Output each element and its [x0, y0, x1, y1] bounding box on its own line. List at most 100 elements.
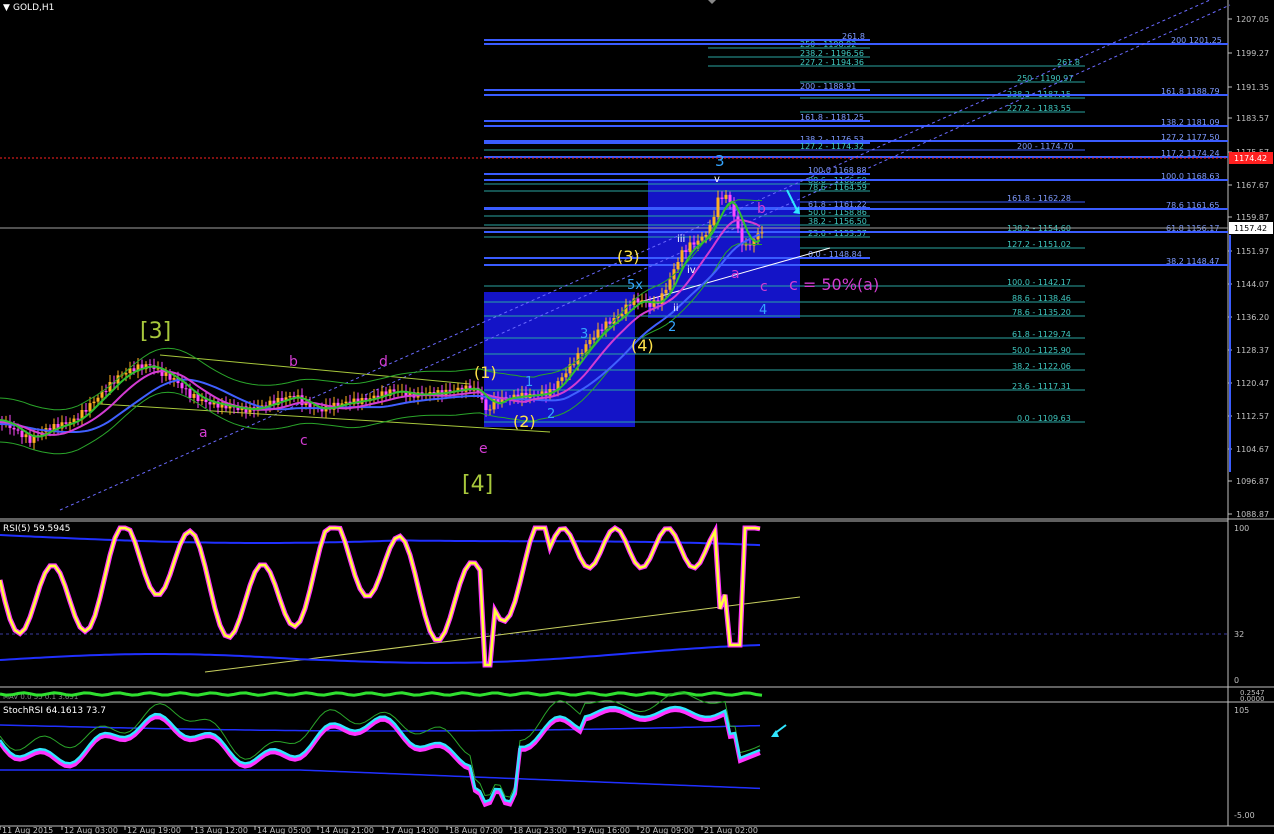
candle-body: [572, 364, 576, 366]
candle-body: [104, 391, 108, 393]
wave-label-paren-1: (1): [474, 363, 497, 382]
wave-label-e: e: [479, 441, 488, 457]
fib-level-label: 50.0 - 1125.90: [1012, 346, 1071, 355]
fib-level-label: 100.0 - 1142.17: [1007, 278, 1071, 287]
wave-label-big-4: [4]: [462, 472, 493, 497]
time-tick-label: 14 Aug 21:00: [320, 826, 374, 834]
candle-body: [84, 410, 88, 412]
wave-label-big-3: [3]: [140, 319, 171, 344]
candle-body: [592, 337, 596, 340]
wave-label-d: d: [379, 354, 388, 370]
candle-body: [16, 429, 20, 431]
candle-body: [96, 397, 100, 402]
wave-label-iii: iii: [677, 234, 685, 245]
candle-body: [344, 401, 348, 404]
candle-body: [664, 289, 668, 294]
candle-body: [484, 399, 488, 411]
chart-title: GOLD,H1: [13, 3, 54, 13]
wave-label-2b: 2: [668, 320, 676, 335]
candle-body: [92, 401, 96, 404]
fib-level-label: 200 - 1174.70: [1017, 142, 1073, 151]
candle-body: [676, 262, 680, 270]
price-tick-label: 1096.87: [1236, 477, 1269, 486]
candle-body: [392, 389, 396, 392]
fib-level-label: 100.0 1168.88: [808, 166, 867, 175]
wave-label-3-top: 3: [715, 152, 725, 170]
price-tick-label: 1151.97: [1236, 247, 1269, 256]
price-tick-label: 1183.57: [1236, 114, 1269, 123]
candle-body: [744, 244, 748, 246]
candle-body: [64, 422, 68, 424]
wave-label-2: 2: [547, 407, 555, 422]
candle-body: [184, 388, 188, 390]
candle-body: [288, 395, 292, 398]
price-tick-label: 1159.87: [1236, 213, 1269, 222]
wave-projection-label: c = 50%(a): [789, 275, 879, 294]
candle-body: [148, 364, 152, 366]
candle-body: [700, 236, 704, 241]
price-tick-label: 1120.47: [1236, 379, 1269, 388]
time-tick-label: 20 Aug 09:00: [640, 826, 694, 834]
candle-body: [704, 234, 708, 237]
candle-body: [180, 383, 184, 389]
candle-body: [488, 409, 492, 411]
candle-body: [760, 232, 764, 234]
candle-body: [76, 418, 80, 420]
time-tick-label: 18 Aug 23:00: [513, 826, 567, 834]
price-tick-label: 1191.35: [1236, 83, 1269, 92]
candle-body: [172, 378, 176, 380]
candle-body: [736, 216, 740, 229]
price-tick-label: 1144.07: [1236, 280, 1269, 289]
rsi-title: RSI(5) 59.5945: [3, 524, 70, 534]
time-tick-label: 14 Aug 05:00: [257, 826, 311, 834]
candle-body: [588, 339, 592, 345]
candle-body: [188, 388, 192, 398]
chart-title-arrow[interactable]: ▼: [3, 3, 10, 13]
rsi-axis-100: 100: [1234, 524, 1249, 533]
time-tick-label: 19 Aug 16:00: [576, 826, 630, 834]
stochrsi-axis-bottom: -5.00: [1234, 811, 1255, 820]
rsi-axis-0: 0: [1234, 676, 1239, 685]
wave-label-5x: 5x: [627, 278, 643, 293]
fib-level-label: 161.8 - 1162.28: [1007, 194, 1071, 203]
red-price-label: 1174.42: [1234, 154, 1267, 163]
candle-body: [124, 373, 128, 375]
candle-body: [372, 395, 376, 399]
candle-body: [208, 402, 212, 405]
candle-body: [620, 314, 624, 316]
fib-extension-label: 78.6 1161.65: [1166, 201, 1219, 210]
candle-body: [192, 393, 196, 398]
wave-label-paren-2: (2): [513, 412, 536, 431]
candle-body: [712, 216, 716, 226]
wave-label-iv: iv: [687, 265, 696, 276]
candle-body: [200, 399, 204, 402]
wave-label-c2: c: [760, 279, 768, 295]
fib-level-label: 38.2 - 1122.06: [1012, 362, 1071, 371]
candle-body: [680, 250, 684, 263]
wave-label-4: 4: [759, 303, 767, 318]
mav-axis-bottom: 0.0000: [1240, 695, 1265, 703]
fib-level-label: 227.2 - 1183.55: [1007, 104, 1071, 113]
candle-body: [600, 329, 604, 331]
candle-body: [724, 194, 728, 199]
fib-level-label: 38.2 - 1156.50: [808, 217, 867, 226]
wave-label-v: v: [714, 174, 720, 185]
price-chart[interactable]: ▼ GOLD,H1 261.8250 - 1198.92238.2 - 1196…: [0, 0, 1274, 834]
fib-level-label: 238.2 - 1196.56: [800, 49, 864, 58]
time-tick-label: 17 Aug 14:00: [385, 826, 439, 834]
fib-level-label: 23.6 - 1153.57: [808, 229, 867, 238]
price-tick-label: 1088.87: [1236, 510, 1269, 519]
candle-body: [596, 329, 600, 338]
candle-body: [684, 250, 688, 252]
candle-body: [692, 242, 696, 245]
fib-extension-label: 117.2 1174.24: [1161, 149, 1220, 158]
candle-body: [716, 197, 720, 217]
fib-extension-label: 200 1201.25: [1171, 36, 1222, 45]
time-tick-label: 11 Aug 2015: [2, 826, 53, 834]
time-tick-label: 21 Aug 02:00: [704, 826, 758, 834]
wave-label-1: 1: [525, 375, 533, 390]
wave-label-b2: b: [757, 201, 766, 217]
price-tick-label: 1104.67: [1236, 445, 1269, 454]
time-tick-label: 13 Aug 12:00: [194, 826, 248, 834]
candle-body: [668, 279, 672, 290]
